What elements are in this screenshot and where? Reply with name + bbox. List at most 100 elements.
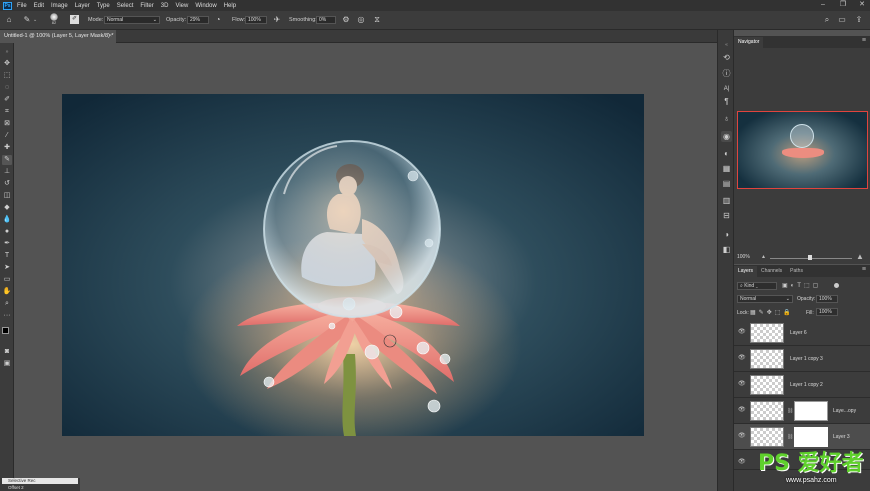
search-icon[interactable]: ⌕: [822, 15, 832, 25]
menu-layer[interactable]: Layer: [75, 3, 90, 9]
restore-icon[interactable]: ❐: [836, 0, 850, 11]
history-brush-tool-icon[interactable]: ↺: [2, 179, 12, 189]
marquee-tool-icon[interactable]: ⬚: [2, 71, 12, 81]
airbrush-icon[interactable]: ✈: [272, 15, 282, 25]
layer-row[interactable]: 👁 ⛓ Laye...opy: [734, 398, 870, 424]
move-tool-icon[interactable]: ✥: [2, 59, 12, 69]
layers-menu-icon[interactable]: ≡: [862, 266, 866, 273]
visibility-eye-icon[interactable]: 👁: [738, 459, 746, 465]
navigator-menu-icon[interactable]: ≡: [862, 37, 866, 44]
menu-file[interactable]: File: [17, 3, 27, 9]
opacity-input[interactable]: 29%: [187, 16, 209, 24]
symmetry-icon[interactable]: ⧖: [372, 15, 382, 25]
eyedropper-tool-icon[interactable]: ⁄: [2, 131, 12, 141]
eraser-tool-icon[interactable]: ◫: [2, 191, 12, 201]
menu-view[interactable]: View: [175, 3, 188, 9]
strip-collapse-icon[interactable]: «: [721, 40, 732, 51]
tab-layers[interactable]: Layers: [734, 266, 758, 277]
menu-select[interactable]: Select: [117, 3, 134, 9]
visibility-eye-icon[interactable]: 👁: [738, 329, 746, 335]
smoothing-gear-icon[interactable]: ⚙: [341, 15, 351, 25]
mode-select[interactable]: Normal ⌄: [104, 16, 160, 24]
tool-preset-chevron-icon[interactable]: ⌄: [33, 17, 37, 23]
visibility-eye-icon[interactable]: 👁: [738, 433, 746, 439]
workspace-icon[interactable]: ▭: [837, 15, 847, 25]
layer-opacity-input[interactable]: 100%: [816, 295, 838, 303]
blend-mode-select[interactable]: Normal ⌄: [737, 295, 793, 303]
brush-tool-icon[interactable]: ✎: [22, 15, 32, 25]
patterns-panel-icon[interactable]: ▥: [721, 195, 732, 206]
smoothing-input[interactable]: 0%: [316, 16, 336, 24]
document-tab[interactable]: Untitled-1 @ 100% (Layer 5, Layer Mask/8…: [0, 30, 116, 43]
close-tab-icon[interactable]: ×: [109, 30, 112, 43]
crop-tool-icon[interactable]: ⌗: [2, 107, 12, 117]
tab-paths[interactable]: Paths: [786, 266, 807, 277]
mask-link-icon[interactable]: ⛓: [787, 408, 793, 414]
layer-row[interactable]: 👁 Layer 6: [734, 320, 870, 346]
menu-type[interactable]: Type: [97, 3, 110, 9]
brush-tool-active-icon[interactable]: ✎: [2, 155, 12, 165]
layer-row-selected[interactable]: 👁 ⛓ Layer 3: [734, 424, 870, 450]
dodge-tool-icon[interactable]: ●: [2, 227, 12, 237]
color-panel-icon[interactable]: ◐: [721, 148, 732, 159]
pressure-size-icon[interactable]: ◎: [356, 15, 366, 25]
pressure-opacity-icon[interactable]: ◔: [213, 15, 223, 25]
menu-edit[interactable]: Edit: [34, 3, 44, 9]
history-panel-icon[interactable]: ⟲: [721, 52, 732, 63]
paint-bucket-tool-icon[interactable]: ◆: [2, 203, 12, 213]
hand-tool-icon[interactable]: ✋: [2, 287, 12, 297]
gradients-panel-icon[interactable]: ▤: [721, 178, 732, 189]
document-canvas[interactable]: [62, 94, 644, 436]
rectangle-tool-icon[interactable]: ▭: [2, 275, 12, 285]
toolbar-collapse-icon[interactable]: »: [2, 47, 12, 57]
layer-row[interactable]: 👁 Layer 1 copy 2: [734, 372, 870, 398]
adjustment-item-selective-color[interactable]: Selective Rec: [2, 478, 78, 484]
navigator-preview[interactable]: [737, 111, 868, 189]
character-panel-icon[interactable]: A|: [721, 84, 732, 95]
layer-filter-kind[interactable]: ⌕ Kind ⌄: [737, 282, 777, 290]
menu-filter[interactable]: Filter: [140, 3, 153, 9]
paragraph-panel-icon[interactable]: ¶: [721, 96, 732, 107]
layer-row[interactable]: 👁 Layer 1 copy 3: [734, 346, 870, 372]
tab-navigator[interactable]: Navigator: [734, 37, 764, 48]
properties-panel-icon[interactable]: ◧: [721, 244, 732, 255]
tab-channels[interactable]: Channels: [757, 266, 786, 277]
layer-mask-thumbnail[interactable]: [794, 401, 828, 421]
adjustment-item-offset[interactable]: Offset 2: [2, 485, 78, 491]
brush-settings-panel-icon[interactable]: ✐: [70, 15, 79, 24]
lock-icons[interactable]: ▦✎✥⬚🔒: [750, 309, 794, 316]
healing-brush-tool-icon[interactable]: ✚: [2, 143, 12, 153]
menu-3d[interactable]: 3D: [161, 3, 169, 9]
visibility-eye-icon[interactable]: 👁: [738, 381, 746, 387]
lasso-tool-icon[interactable]: ◌: [2, 83, 12, 93]
mask-link-icon[interactable]: ⛓: [787, 434, 793, 440]
libraries-panel-icon[interactable]: ⊟: [721, 210, 732, 221]
more-tools-icon[interactable]: ···: [2, 311, 12, 321]
home-icon[interactable]: ⌂: [4, 15, 14, 25]
adjustments-panel-icon[interactable]: ◑: [721, 229, 732, 240]
blur-tool-icon[interactable]: 💧: [2, 215, 12, 225]
zoom-in-icon[interactable]: ▲: [856, 252, 864, 261]
visibility-eye-icon[interactable]: 👁: [738, 407, 746, 413]
filter-toggle-icon[interactable]: [834, 283, 839, 288]
clone-stamp-tool-icon[interactable]: ⊥: [2, 167, 12, 177]
type-tool-icon[interactable]: T: [2, 251, 12, 261]
filter-type-icons[interactable]: ▣◐T⬚▢: [782, 282, 821, 289]
pen-tool-icon[interactable]: ✒: [2, 239, 12, 249]
layer-mask-thumbnail[interactable]: [794, 427, 828, 447]
close-window-icon[interactable]: ✕: [855, 0, 869, 11]
navigator-panel-icon[interactable]: ◉: [721, 131, 732, 142]
quick-mask-icon[interactable]: ◙: [2, 347, 12, 357]
flow-input[interactable]: 100%: [245, 16, 267, 24]
zoom-out-icon[interactable]: ▴: [762, 253, 765, 260]
share-icon[interactable]: ⇪: [854, 15, 864, 25]
screen-mode-icon[interactable]: ▣: [2, 359, 12, 369]
menu-image[interactable]: Image: [51, 3, 68, 9]
frame-tool-icon[interactable]: ⊠: [2, 119, 12, 129]
menu-window[interactable]: Window: [195, 3, 216, 9]
quick-selection-tool-icon[interactable]: ✐: [2, 95, 12, 105]
menu-help[interactable]: Help: [224, 3, 236, 9]
path-selection-tool-icon[interactable]: ➤: [2, 263, 12, 273]
layer-fill-input[interactable]: 100%: [816, 308, 838, 316]
visibility-eye-icon[interactable]: 👁: [738, 355, 746, 361]
